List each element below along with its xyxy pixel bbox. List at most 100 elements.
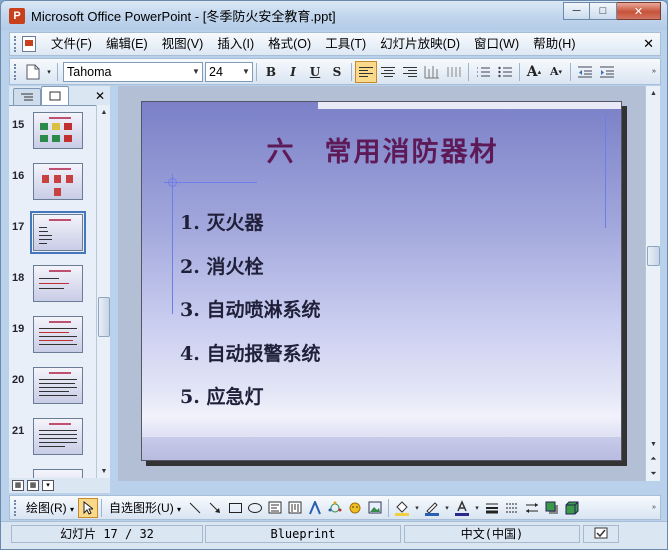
wordart-tool-button[interactable] xyxy=(305,498,325,518)
design-template-status[interactable]: Blueprint xyxy=(205,525,401,543)
rectangle-tool-button[interactable] xyxy=(225,498,245,518)
diagram-tool-button[interactable] xyxy=(325,498,345,518)
toolbar-grip[interactable] xyxy=(14,63,18,80)
chevron-down-icon[interactable]: ▼ xyxy=(190,63,202,81)
underline-button[interactable]: U xyxy=(304,61,326,83)
font-name-select[interactable]: Tahoma ▼ xyxy=(63,61,203,82)
slide-row[interactable]: 15 xyxy=(9,110,96,154)
toolbar-options-chevron-icon[interactable]: ▾ xyxy=(44,61,54,83)
scroll-down-icon[interactable]: ▼ xyxy=(646,437,661,451)
bullet-item[interactable]: 2. 消火栓 xyxy=(180,246,320,290)
bold-button[interactable]: B xyxy=(260,61,282,83)
bullets-button[interactable] xyxy=(494,61,516,83)
menu-slideshow[interactable]: 幻灯片放映(D) xyxy=(373,34,467,54)
scrollbar-thumb[interactable] xyxy=(647,246,660,266)
slide-thumbnail[interactable] xyxy=(33,367,83,404)
previous-slide-icon[interactable]: ⏶ xyxy=(646,452,661,466)
main-vertical-scrollbar[interactable]: ▲ ▼ ⏶ ⏷ xyxy=(645,86,660,481)
increase-font-size-button[interactable]: A ▴ xyxy=(523,61,545,83)
distribute-columns-button[interactable] xyxy=(421,61,443,83)
slide-thumbnail[interactable] xyxy=(33,418,83,455)
line-tool-button[interactable] xyxy=(185,498,205,518)
arrow-style-button[interactable] xyxy=(522,498,542,518)
toolbar-overflow-chevron-icon[interactable]: » xyxy=(648,61,660,83)
increase-indent-button[interactable] xyxy=(596,61,618,83)
shadow-button[interactable]: S xyxy=(326,61,348,83)
outline-tab[interactable] xyxy=(13,88,41,105)
align-left-button[interactable] xyxy=(355,60,377,83)
draw-menu-button[interactable]: 绘图(R) ▾ xyxy=(22,499,78,516)
minimize-button[interactable]: ─ xyxy=(563,2,590,20)
align-center-button[interactable] xyxy=(377,61,399,83)
next-slide-icon[interactable]: ⏷ xyxy=(646,467,661,481)
toolbar-overflow-chevron-icon[interactable]: » xyxy=(648,498,660,518)
arrow-tool-button[interactable] xyxy=(205,498,225,518)
clipart-tool-button[interactable] xyxy=(345,498,365,518)
font-color-button[interactable] xyxy=(452,498,472,518)
scrollbar-thumb[interactable] xyxy=(98,297,110,337)
menu-file[interactable]: 文件(F) xyxy=(44,34,99,54)
toolbar-grip[interactable] xyxy=(14,499,18,516)
numbering-button[interactable] xyxy=(472,61,494,83)
select-objects-button[interactable] xyxy=(78,497,99,518)
slide-row[interactable]: 21 xyxy=(9,416,96,460)
slideshow-view-icon[interactable]: ▾ xyxy=(42,480,54,491)
slide-row-partial[interactable] xyxy=(9,467,96,478)
textbox-tool-button[interactable] xyxy=(265,498,285,518)
menu-edit[interactable]: 编辑(E) xyxy=(99,34,155,54)
menu-insert[interactable]: 插入(I) xyxy=(210,34,261,54)
scroll-up-icon[interactable]: ▲ xyxy=(97,105,111,119)
dash-style-button[interactable] xyxy=(502,498,522,518)
panel-close-icon[interactable]: ✕ xyxy=(95,89,105,103)
slide-row[interactable]: 19 xyxy=(9,314,96,358)
spelling-check-icon[interactable] xyxy=(583,525,619,543)
slide-body-text[interactable]: 1. 灭火器 2. 消火栓 3. 自动喷淋系统 4. 自动报警系统 5. 应急灯 xyxy=(180,202,320,420)
line-style-button[interactable] xyxy=(482,498,502,518)
decrease-font-size-button[interactable]: A ▾ xyxy=(545,61,567,83)
vertical-textbox-tool-button[interactable] xyxy=(285,498,305,518)
close-button[interactable]: ✕ xyxy=(617,2,661,20)
scroll-up-icon[interactable]: ▲ xyxy=(646,86,661,100)
slide-thumbnail-selected[interactable] xyxy=(30,211,86,254)
autoshapes-menu-button[interactable]: 自选图形(U) ▾ xyxy=(105,499,185,516)
slide-thumbnail[interactable] xyxy=(33,163,83,200)
decrease-indent-button[interactable] xyxy=(574,61,596,83)
slides-tab[interactable] xyxy=(41,86,69,105)
slides-panel-scrollbar[interactable]: ▲ ▼ xyxy=(96,105,110,478)
scroll-down-icon[interactable]: ▼ xyxy=(97,464,111,478)
text-direction-button[interactable] xyxy=(443,61,465,83)
line-color-button[interactable] xyxy=(422,498,442,518)
chevron-down-icon[interactable]: ▼ xyxy=(240,63,252,81)
normal-view-icon[interactable]: ▦ xyxy=(12,480,24,491)
slide-row[interactable]: 18 xyxy=(9,263,96,307)
align-right-button[interactable] xyxy=(399,61,421,83)
slide-row[interactable]: 20 xyxy=(9,365,96,409)
font-size-select[interactable]: 24 ▼ xyxy=(205,61,253,82)
slide-row[interactable]: 17 xyxy=(9,211,96,256)
menu-window[interactable]: 窗口(W) xyxy=(467,34,526,54)
menu-grip[interactable] xyxy=(14,36,18,52)
maximize-button[interactable]: □ xyxy=(590,2,617,20)
3d-style-button[interactable] xyxy=(562,498,582,518)
fill-color-button[interactable] xyxy=(392,498,412,518)
powerpoint-app-icon[interactable]: P xyxy=(9,7,25,24)
bullet-item[interactable]: 1. 灭火器 xyxy=(180,202,320,246)
slide-thumbnail[interactable] xyxy=(33,265,83,302)
new-document-icon[interactable] xyxy=(22,61,44,83)
language-status[interactable]: 中文(中国) xyxy=(404,525,580,543)
slide-row[interactable]: 16 xyxy=(9,161,96,205)
slide-thumbnail[interactable] xyxy=(33,316,83,353)
bullet-item[interactable]: 4. 自动报警系统 xyxy=(180,333,320,377)
document-close-icon[interactable]: ✕ xyxy=(643,36,654,52)
picture-tool-button[interactable] xyxy=(365,498,385,518)
shadow-style-button[interactable] xyxy=(542,498,562,518)
current-slide[interactable]: 六 常用消防器材 1. 灭火器 2. 消火栓 3. 自动喷淋系统 4. 自动报警… xyxy=(141,101,622,461)
bullet-item[interactable]: 5. 应急灯 xyxy=(180,376,320,420)
document-icon[interactable] xyxy=(22,36,36,52)
chevron-down-icon[interactable]: ▾ xyxy=(412,498,422,518)
chevron-down-icon[interactable]: ▾ xyxy=(472,498,482,518)
slide-sorter-view-icon[interactable]: ▦ xyxy=(27,480,39,491)
chevron-down-icon[interactable]: ▾ xyxy=(442,498,452,518)
menu-help[interactable]: 帮助(H) xyxy=(526,34,582,54)
bullet-item[interactable]: 3. 自动喷淋系统 xyxy=(180,289,320,333)
